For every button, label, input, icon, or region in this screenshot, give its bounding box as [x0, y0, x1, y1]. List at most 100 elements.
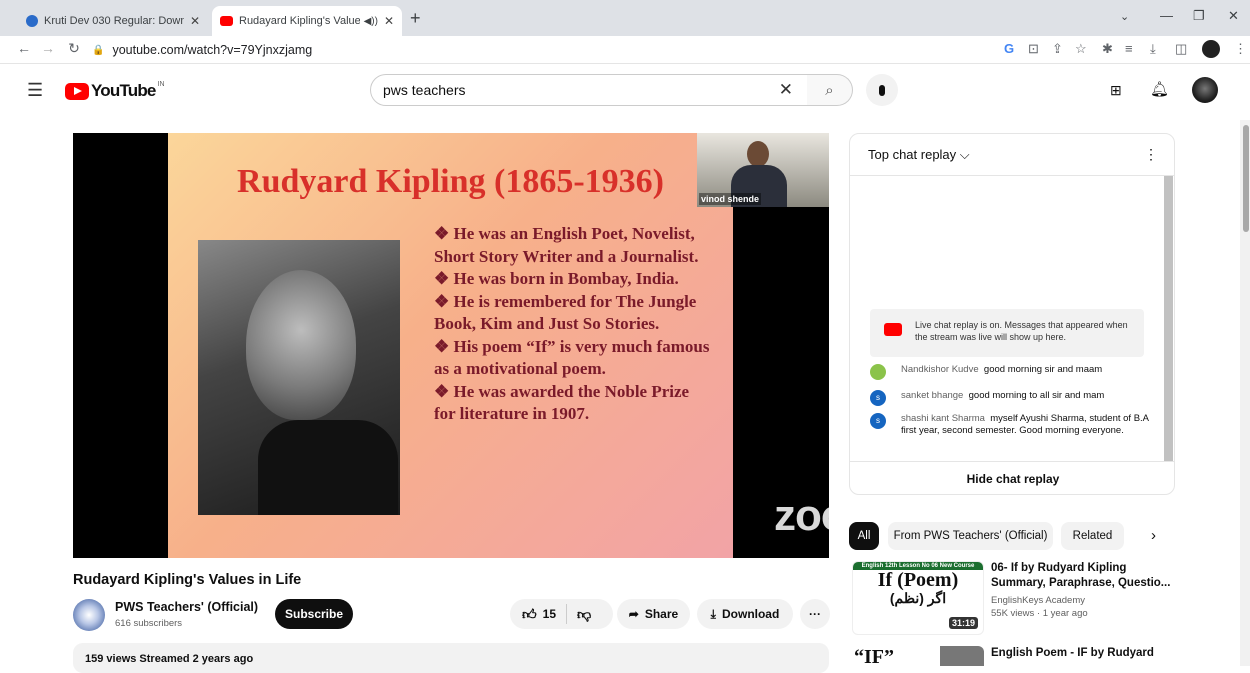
more-actions-button[interactable]: ···	[800, 599, 830, 629]
live-chat-panel: Top chat replay ⌵ ⋮ Live chat replay is …	[849, 133, 1175, 495]
slide-title: Rudyard Kipling (1865-1936)	[237, 163, 664, 200]
youtube-favicon-icon	[220, 16, 233, 26]
bookmark-star-icon[interactable]: ☆	[1075, 41, 1087, 57]
address-bar: ← → ↻ 🔒 youtube.com/watch?v=79Yjnxzjamg …	[0, 36, 1250, 64]
subscriber-count: 616 subscribers	[115, 618, 183, 629]
thumbnail-portrait-image	[940, 646, 984, 666]
video-thumbnail[interactable]: English 12th Lesson No 06 New Course If …	[852, 561, 984, 635]
slide-bullet-list: ❖ He was an English Poet, Novelist, Shor…	[434, 223, 714, 426]
youtube-logo[interactable]: YouTube IN	[65, 81, 165, 101]
close-tab-icon[interactable]: ✕	[190, 14, 200, 28]
chevron-right-icon[interactable]: ›	[1151, 527, 1156, 544]
chat-mode-dropdown[interactable]: Top chat replay ⌵	[868, 147, 970, 162]
audio-playing-icon[interactable]: ◀))	[364, 16, 378, 27]
search-input[interactable]: pws teachers ✕	[370, 74, 808, 106]
tab-kruti-dev[interactable]: Kruti Dev 030 Regular: Downloa ✕	[18, 6, 208, 36]
chat-avatar: s	[870, 390, 886, 406]
recommended-video[interactable]: English 12th Lesson No 06 New Course If …	[852, 561, 1182, 641]
chat-author[interactable]: Nandkishor Kudve	[901, 364, 979, 375]
browser-menu-icon[interactable]: ⋮	[1234, 41, 1247, 57]
page-scrollbar-thumb[interactable]	[1243, 125, 1249, 232]
share-button[interactable]: ➦ Share	[617, 599, 690, 629]
profile-avatar[interactable]	[1202, 40, 1220, 58]
search-icon: ⌕	[825, 81, 834, 99]
search-query: pws teachers	[383, 82, 466, 98]
search-button[interactable]: ⌕	[807, 74, 853, 106]
recommended-stats: 55K views · 1 year ago	[991, 608, 1088, 619]
slide-bullet: ❖ His poem “If” is very much famous as a…	[434, 336, 710, 379]
presentation-slide: Rudyard Kipling (1865-1936) ❖ He was an …	[168, 133, 886, 558]
minimize-icon[interactable]: —	[1160, 8, 1173, 23]
recommended-video[interactable]: “IF” English Poem - IF by Rudyard	[852, 646, 1182, 666]
install-icon[interactable]: ⊡	[1028, 41, 1039, 57]
chat-header: Top chat replay ⌵ ⋮	[850, 134, 1174, 176]
chat-message: s shashi kant Sharma myself Ayushi Sharm…	[870, 413, 1150, 437]
chat-scrollbar[interactable]	[1164, 176, 1173, 461]
account-avatar[interactable]	[1192, 77, 1218, 103]
forward-icon[interactable]: →	[38, 40, 58, 56]
slide-bullet: ❖ He was born in Bombay, India.	[434, 269, 679, 288]
clear-search-icon[interactable]: ✕	[779, 80, 793, 100]
window-close-icon[interactable]: ✕	[1228, 8, 1239, 24]
youtube-wordmark: YouTube	[91, 81, 156, 100]
share-label: Share	[644, 607, 679, 621]
chat-message: s sanket bhange good morning to all sir …	[870, 390, 1150, 406]
chat-author[interactable]: shashi kant Sharma	[901, 413, 985, 424]
download-button[interactable]: ⤓ Download	[697, 599, 793, 629]
reload-icon[interactable]: ↻	[64, 40, 84, 57]
microphone-icon	[879, 84, 885, 96]
download-icon: ⤓	[710, 606, 716, 621]
slide-bullet: ❖ He was awarded the Noble Prize for lit…	[434, 381, 690, 424]
notifications-bell-icon[interactable]: 🔔︎	[1150, 80, 1169, 98]
channel-avatar[interactable]	[73, 599, 105, 631]
description-box[interactable]: 159 views Streamed 2 years ago	[73, 643, 829, 673]
reading-list-icon[interactable]: ≡	[1125, 41, 1133, 56]
share-page-icon[interactable]: ⇪	[1052, 41, 1063, 57]
chat-menu-icon[interactable]: ⋮	[1144, 146, 1158, 163]
like-count[interactable]: 15	[543, 607, 556, 621]
url-field[interactable]: 🔒 youtube.com/watch?v=79Yjnxzjamg	[92, 39, 972, 61]
create-video-icon[interactable]: ⊞	[1110, 82, 1122, 99]
downloads-icon[interactable]: ⤓	[1150, 41, 1156, 57]
hide-chat-button[interactable]: Hide chat replay	[850, 461, 1174, 494]
tab-youtube-video[interactable]: Rudayard Kipling's Values in ◀)) ✕	[212, 6, 402, 36]
chip-all[interactable]: All	[849, 522, 879, 550]
tab-search-icon[interactable]: ⌄	[1120, 10, 1129, 23]
recommended-title[interactable]: English Poem - IF by Rudyard	[991, 646, 1171, 661]
extensions-icon[interactable]: ✱	[1102, 41, 1113, 57]
url-text: youtube.com/watch?v=79Yjnxzjamg	[112, 43, 313, 57]
youtube-play-icon	[65, 82, 89, 100]
back-icon[interactable]: ←	[14, 40, 34, 56]
related-filter-chips: All From PWS Teachers' (Official) Relate…	[849, 522, 1179, 550]
video-duration: 31:19	[948, 617, 978, 629]
chat-avatar	[870, 364, 886, 380]
like-icon[interactable]: 👍︎	[522, 606, 537, 623]
side-panel-icon[interactable]: ◫	[1175, 41, 1187, 57]
dislike-icon[interactable]: 👎︎	[577, 606, 591, 623]
channel-name[interactable]: PWS Teachers' (Official)	[115, 600, 258, 614]
restore-icon[interactable]: ❐	[1193, 8, 1205, 24]
video-title: Rudayard Kipling's Values in Life	[73, 572, 302, 588]
chip-related[interactable]: Related	[1061, 522, 1124, 550]
voice-search-button[interactable]	[866, 74, 898, 106]
chip-from-channel[interactable]: From PWS Teachers' (Official)	[888, 522, 1053, 550]
site-favicon-icon	[26, 15, 38, 27]
chat-messages: Live chat replay is on. Messages that ap…	[850, 176, 1165, 461]
video-thumbnail[interactable]: “IF”	[852, 646, 984, 666]
google-icon[interactable]: G	[1004, 41, 1014, 56]
subscribe-button[interactable]: Subscribe	[275, 599, 353, 629]
like-dislike-group: 👍︎ 15 👎︎	[510, 599, 613, 629]
chat-author[interactable]: sanket bhange	[901, 390, 963, 401]
presenter-name-label: vinod shende	[699, 193, 762, 205]
recommended-channel[interactable]: EnglishKeys Academy	[991, 594, 1171, 607]
view-count-and-date: 159 views Streamed 2 years ago	[85, 653, 254, 665]
new-tab-button[interactable]: +	[410, 8, 421, 29]
thumbnail-heading: If (Poem)	[877, 569, 959, 591]
close-tab-icon[interactable]: ✕	[384, 14, 394, 28]
recommended-title[interactable]: 06- If by Rudyard Kipling Summary, Parap…	[991, 561, 1171, 591]
share-arrow-icon: ➦	[628, 607, 639, 621]
lock-icon: 🔒	[92, 44, 105, 56]
channel-action-row: PWS Teachers' (Official) 616 subscribers…	[73, 599, 833, 633]
video-player[interactable]: Rudyard Kipling (1865-1936) ❖ He was an …	[73, 133, 886, 558]
hamburger-menu-icon[interactable]: ☰	[27, 80, 43, 101]
